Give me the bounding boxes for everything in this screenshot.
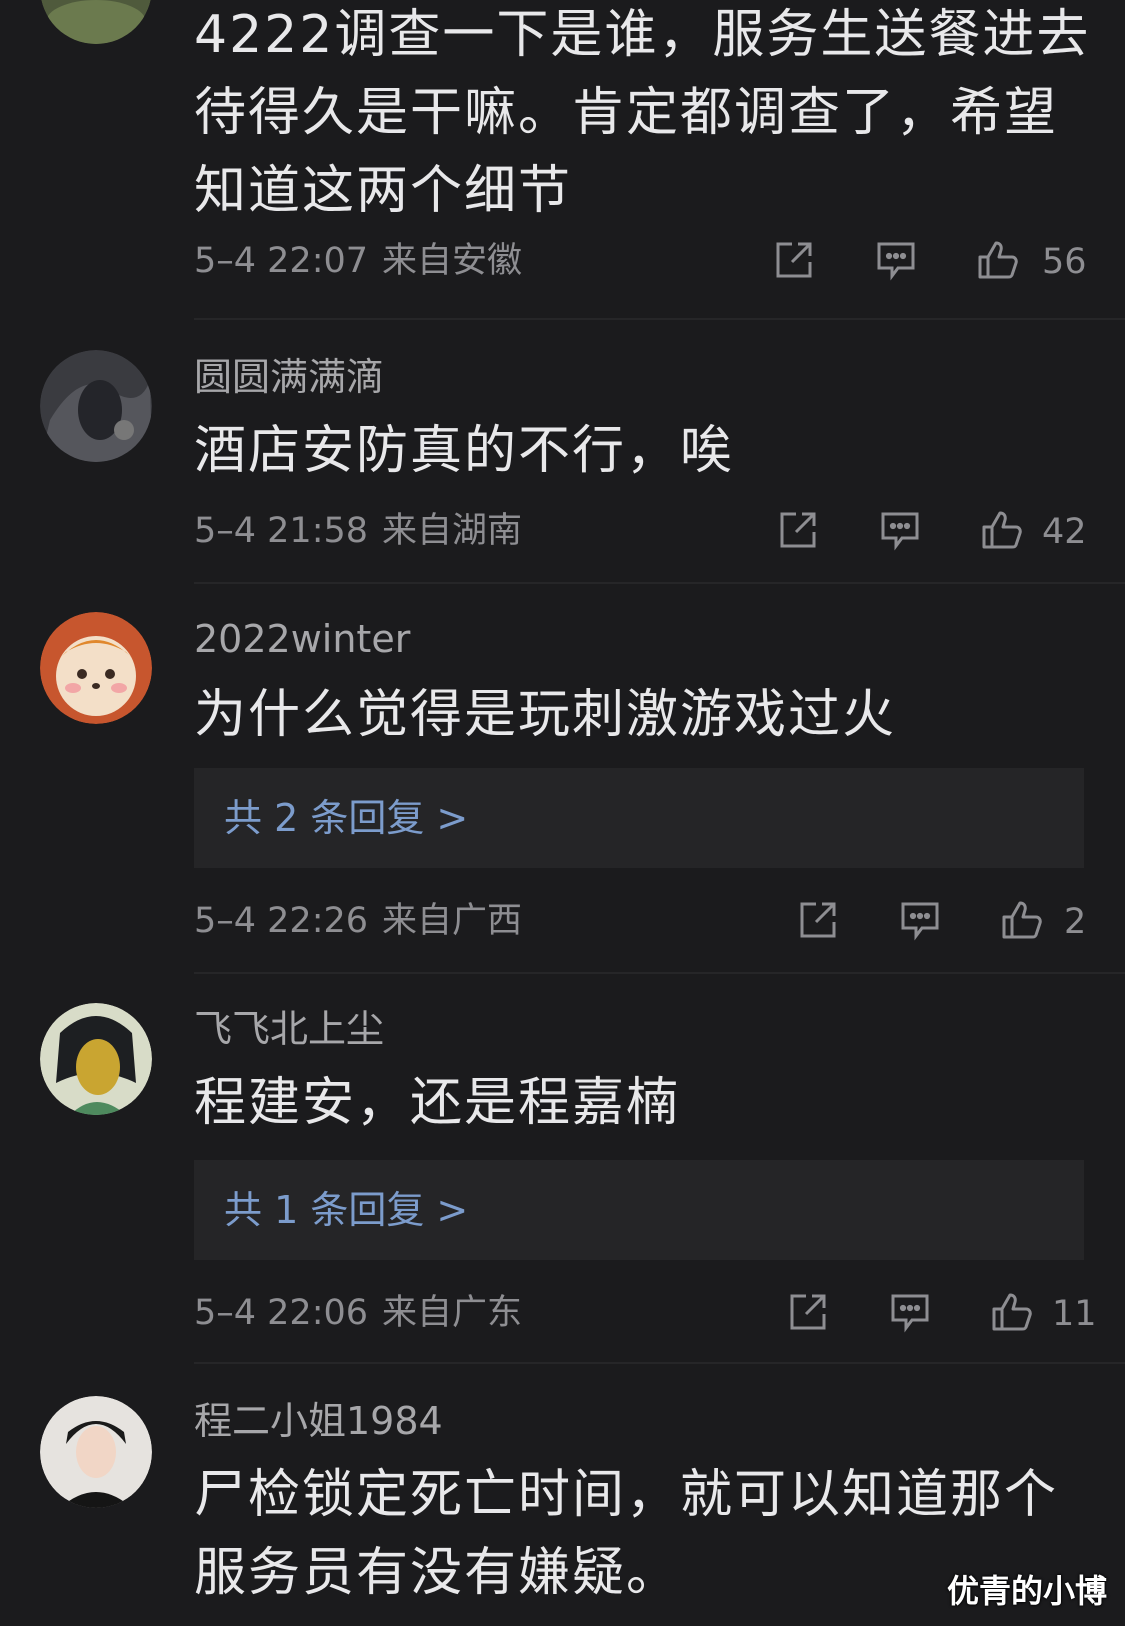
reply-box[interactable]: 共 1 条回复 > (194, 1160, 1084, 1260)
like-count: 56 (1042, 242, 1087, 282)
thumbs-up-icon[interactable] (980, 508, 1024, 552)
comment-text: 酒店安防真的不行，唉 (194, 421, 735, 481)
thumbs-up-icon[interactable] (1000, 898, 1044, 942)
divider (194, 318, 1125, 320)
comment-location: 来自安徽 (382, 241, 523, 281)
comment-meta: 5–4 22:06 来自广东 (194, 1290, 522, 1336)
avatar[interactable] (40, 612, 152, 724)
watermark-text: 优青的小博 (946, 1572, 1107, 1610)
comment-icon[interactable] (874, 238, 918, 282)
share-icon[interactable] (786, 1290, 830, 1334)
comment-time: 5–4 21:58 (194, 511, 369, 551)
share-icon[interactable] (776, 508, 820, 552)
comment-icon[interactable] (878, 508, 922, 552)
like-count: 42 (1042, 512, 1087, 552)
view-replies-link[interactable]: 共 2 条回复 > (224, 794, 468, 842)
avatar[interactable] (40, 350, 152, 462)
avatar[interactable] (40, 1396, 152, 1508)
comment-username[interactable]: 程二小姐1984 (194, 1398, 443, 1444)
comment-username[interactable]: 圆圆满满滴 (194, 354, 384, 400)
avatar[interactable] (40, 1003, 152, 1115)
comment-time: 5–4 22:26 (194, 901, 369, 941)
comment-meta: 5–4 21:58 来自湖南 (194, 508, 522, 554)
like-count: 2 (1064, 902, 1087, 942)
comment-feed: 4222调查一下是谁，服务生送餐进去待得久是干嘛。肯定都调查了，希望知道这两个细… (0, 0, 1125, 1626)
share-icon[interactable] (772, 238, 816, 282)
comment-icon[interactable] (898, 898, 942, 942)
thumbs-up-icon[interactable] (990, 1290, 1034, 1334)
comment-text: 为什么觉得是玩刺激游戏过火 (194, 685, 897, 745)
comment-icon[interactable] (888, 1290, 932, 1334)
comment-text: 4222调查一下是谁，服务生送餐进去待得久是干嘛。肯定都调查了，希望知道这两个细… (194, 5, 1091, 221)
reply-box[interactable]: 共 2 条回复 > (194, 768, 1084, 868)
share-icon[interactable] (796, 898, 840, 942)
comment-time: 5–4 22:06 (194, 1293, 369, 1333)
comment-time: 5–4 22:07 (194, 241, 369, 281)
divider (194, 972, 1125, 974)
like-count: 11 (1052, 1294, 1097, 1334)
comment-meta: 5–4 22:26 来自广西 (194, 898, 522, 944)
thumbs-up-icon[interactable] (976, 238, 1020, 282)
divider (194, 1362, 1125, 1364)
comment-location: 来自湖南 (382, 511, 523, 551)
comment-meta: 5–4 22:07 来自安徽 (194, 238, 522, 284)
comment-location: 来自广西 (382, 901, 523, 941)
view-replies-link[interactable]: 共 1 条回复 > (224, 1186, 468, 1234)
comment-text: 程建安，还是程嘉楠 (194, 1073, 681, 1133)
divider (194, 582, 1125, 584)
comment-username[interactable]: 飞飞北上尘 (194, 1006, 384, 1052)
avatar[interactable] (40, 0, 152, 44)
comment-username[interactable]: 2022winter (194, 616, 410, 662)
comment-location: 来自广东 (382, 1293, 523, 1333)
